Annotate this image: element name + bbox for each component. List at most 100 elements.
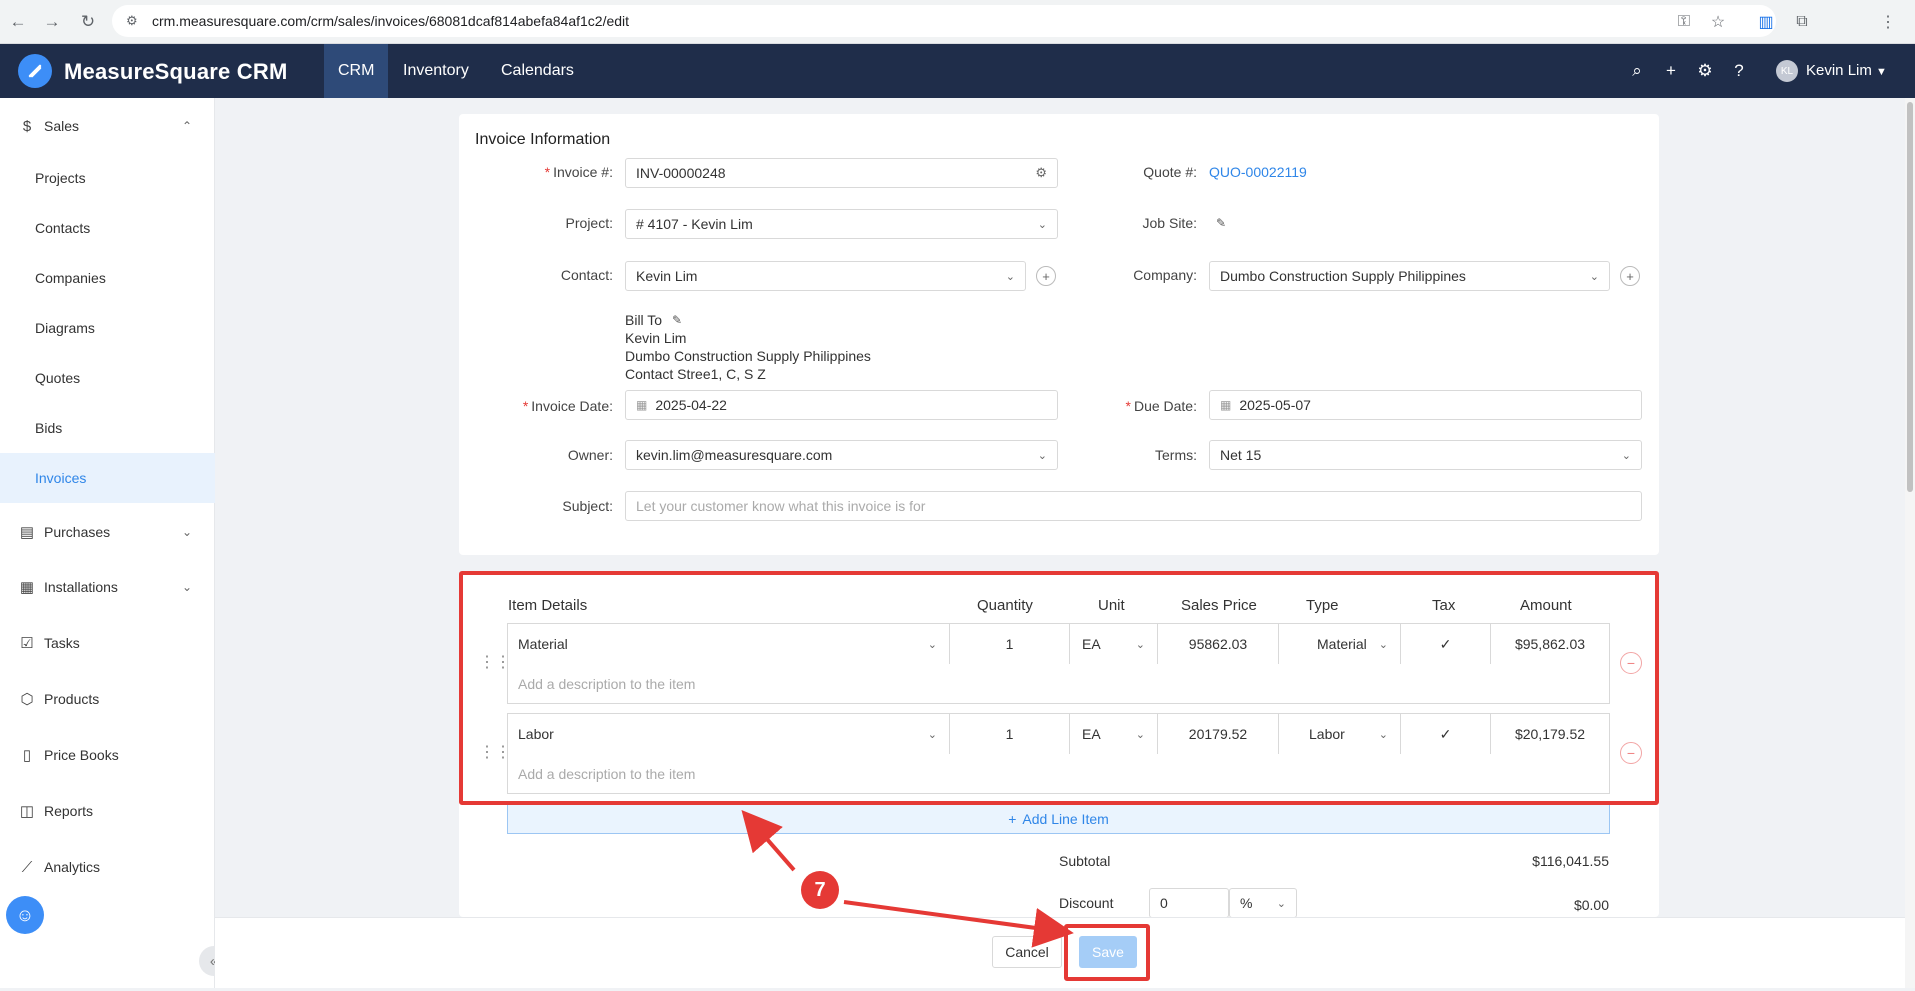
sidebar-item-price-books[interactable]: ▯ Price Books	[0, 732, 215, 778]
app-header: MeasureSquare CRM CRM Inventory Calendar…	[0, 44, 1915, 98]
plus-icon: +	[1008, 810, 1017, 827]
chart-line-icon: ⟋	[21, 858, 33, 876]
sidebar-item-analytics[interactable]: ⟋ Analytics	[0, 844, 215, 890]
url-text: crm.measuresquare.com/crm/sales/invoices…	[152, 13, 630, 29]
chevron-down-icon: ⌄	[1037, 450, 1047, 462]
project-label: Project:	[565, 215, 613, 231]
chevron-down-icon: ⌄	[1621, 450, 1631, 462]
owner-label: Owner:	[567, 447, 613, 463]
invoice-date-field[interactable]: ▦ 2025-04-22	[625, 390, 1058, 420]
job-site-label: Job Site:	[1142, 215, 1197, 231]
sidebar-item-bids[interactable]: Bids	[0, 403, 215, 453]
tab-crm[interactable]: CRM	[324, 44, 389, 98]
sidebar-item-label: Analytics	[44, 859, 101, 875]
menu-kebab-icon[interactable]: ⋮	[1876, 10, 1900, 34]
step-number-badge: 7	[801, 871, 839, 909]
star-icon[interactable]: ☆	[1706, 10, 1730, 34]
sidebar-item-companies[interactable]: Companies	[0, 253, 215, 303]
sidebar-item-tasks[interactable]: ☑ Tasks	[0, 620, 215, 666]
address-bar[interactable]: ⚙ crm.measuresquare.com/crm/sales/invoic…	[112, 5, 1776, 37]
edit-icon[interactable]: ✎	[1216, 216, 1226, 230]
quote-number-label: Quote #:	[1143, 164, 1197, 180]
tab-inventory[interactable]: Inventory	[389, 44, 483, 98]
terms-select[interactable]: Net 15 ⌄	[1209, 440, 1642, 470]
subject-label: Subject:	[562, 498, 613, 514]
subtotal-value: $116,041.55	[1532, 853, 1609, 869]
calendar-icon: ▦	[636, 398, 648, 412]
discount-label: Discount	[1059, 895, 1114, 911]
add-line-item-button[interactable]: + Add Line Item	[507, 803, 1610, 834]
invoice-number-field[interactable]: INV-00000248 ⚙	[625, 158, 1058, 188]
highlight-box-save	[1064, 924, 1150, 981]
bill-to-line: Kevin Lim	[625, 330, 687, 346]
chevron-down-icon: ⌄	[1005, 271, 1015, 283]
chevron-down-icon: ⌄	[1589, 271, 1599, 283]
terms-label: Terms:	[1155, 447, 1197, 463]
due-date-label: * Due Date:	[1125, 398, 1198, 414]
sidebar-item-projects[interactable]: Projects	[0, 153, 215, 203]
chevron-up-icon: ⌃	[182, 119, 193, 133]
gear-icon[interactable]: ⚙	[1035, 165, 1047, 181]
subject-input[interactable]: Let your customer know what this invoice…	[625, 491, 1642, 521]
tab-calendars[interactable]: Calendars	[487, 44, 588, 98]
help-icon[interactable]: ?	[1728, 60, 1750, 82]
sidebar-item-quotes[interactable]: Quotes	[0, 353, 215, 403]
extension-app-icon[interactable]: ▥	[1754, 10, 1778, 34]
extensions-icon[interactable]: ⧉	[1790, 10, 1814, 34]
bill-to-line: Contact Stree1, C, S Z	[625, 366, 766, 382]
calendar-icon: ▦	[1220, 398, 1232, 412]
reload-icon[interactable]: ↻	[76, 10, 100, 34]
browser-toolbar: ← → ↻ ⚙ crm.measuresquare.com/crm/sales/…	[0, 0, 1915, 44]
installation-icon: ▦	[19, 579, 35, 596]
sidebar-item-label: Price Books	[44, 747, 119, 763]
sidebar-item-purchases[interactable]: ▤ Purchases ⌄	[0, 509, 215, 555]
contact-select[interactable]: Kevin Lim ⌄	[625, 261, 1026, 291]
cancel-button[interactable]: Cancel	[992, 936, 1062, 968]
chevron-down-icon: ⌄	[182, 580, 193, 594]
edit-icon[interactable]: ✎	[672, 313, 682, 327]
sidebar-item-installations[interactable]: ▦ Installations ⌄	[0, 564, 215, 610]
discount-input[interactable]: 0	[1149, 888, 1229, 918]
search-icon[interactable]: ⌕	[1626, 60, 1648, 82]
quote-link[interactable]: QUO-00022119	[1209, 164, 1307, 180]
sidebar-item-label: Installations	[44, 579, 118, 595]
scrollbar-thumb[interactable]	[1907, 102, 1913, 492]
project-select[interactable]: # 4107 - Kevin Lim ⌄	[625, 209, 1058, 239]
add-icon[interactable]: +	[1660, 60, 1682, 82]
company-label: Company:	[1133, 267, 1197, 283]
invoice-number-label: * Invoice #:	[544, 164, 613, 180]
sidebar-item-label: Sales	[44, 118, 80, 134]
purchase-icon: ▤	[19, 524, 35, 541]
chevron-down-icon: ⌄	[1037, 219, 1047, 231]
add-line-item-label: Add Line Item	[1022, 810, 1109, 827]
invoice-date-label: * Invoice Date:	[522, 398, 613, 414]
owner-select[interactable]: kevin.lim@measuresquare.com ⌄	[625, 440, 1058, 470]
user-menu[interactable]: Kevin Lim ▼	[1806, 62, 1887, 79]
bill-to-label: Bill To	[625, 312, 663, 328]
company-select[interactable]: Dumbo Construction Supply Philippines ⌄	[1209, 261, 1610, 291]
add-company-icon[interactable]: +	[1620, 266, 1640, 286]
due-date-field[interactable]: ▦ 2025-05-07	[1209, 390, 1642, 420]
back-icon[interactable]: ←	[6, 10, 30, 34]
discount-unit-select[interactable]: % ⌄	[1229, 888, 1297, 918]
site-info-icon[interactable]: ⚙	[126, 13, 142, 29]
forward-icon[interactable]: →	[40, 10, 64, 34]
gear-icon[interactable]: ⚙	[1694, 60, 1716, 82]
sidebar-item-products[interactable]: ⬡ Products	[0, 676, 215, 722]
report-icon: ◫	[19, 803, 35, 820]
caret-down-icon: ▼	[1876, 66, 1887, 78]
sidebar-item-sales[interactable]: $ Sales ⌃	[0, 103, 215, 149]
assistant-bot-icon[interactable]: ☺	[6, 896, 44, 934]
chevron-down-icon: ⌄	[182, 525, 193, 539]
discount-value: $0.00	[1573, 897, 1609, 913]
sidebar-item-diagrams[interactable]: Diagrams	[0, 303, 215, 353]
sidebar-item-label: Purchases	[44, 524, 111, 540]
avatar[interactable]: KL	[1776, 60, 1798, 82]
bill-to-line: Dumbo Construction Supply Philippines	[625, 348, 871, 364]
key-icon[interactable]: ⚿	[1672, 10, 1696, 34]
subtotal-label: Subtotal	[1059, 853, 1111, 869]
sidebar-item-reports[interactable]: ◫ Reports	[0, 788, 215, 834]
task-icon: ☑	[20, 635, 34, 652]
sidebar-item-contacts[interactable]: Contacts	[0, 203, 215, 253]
sidebar-item-invoices[interactable]: Invoices	[0, 453, 215, 503]
